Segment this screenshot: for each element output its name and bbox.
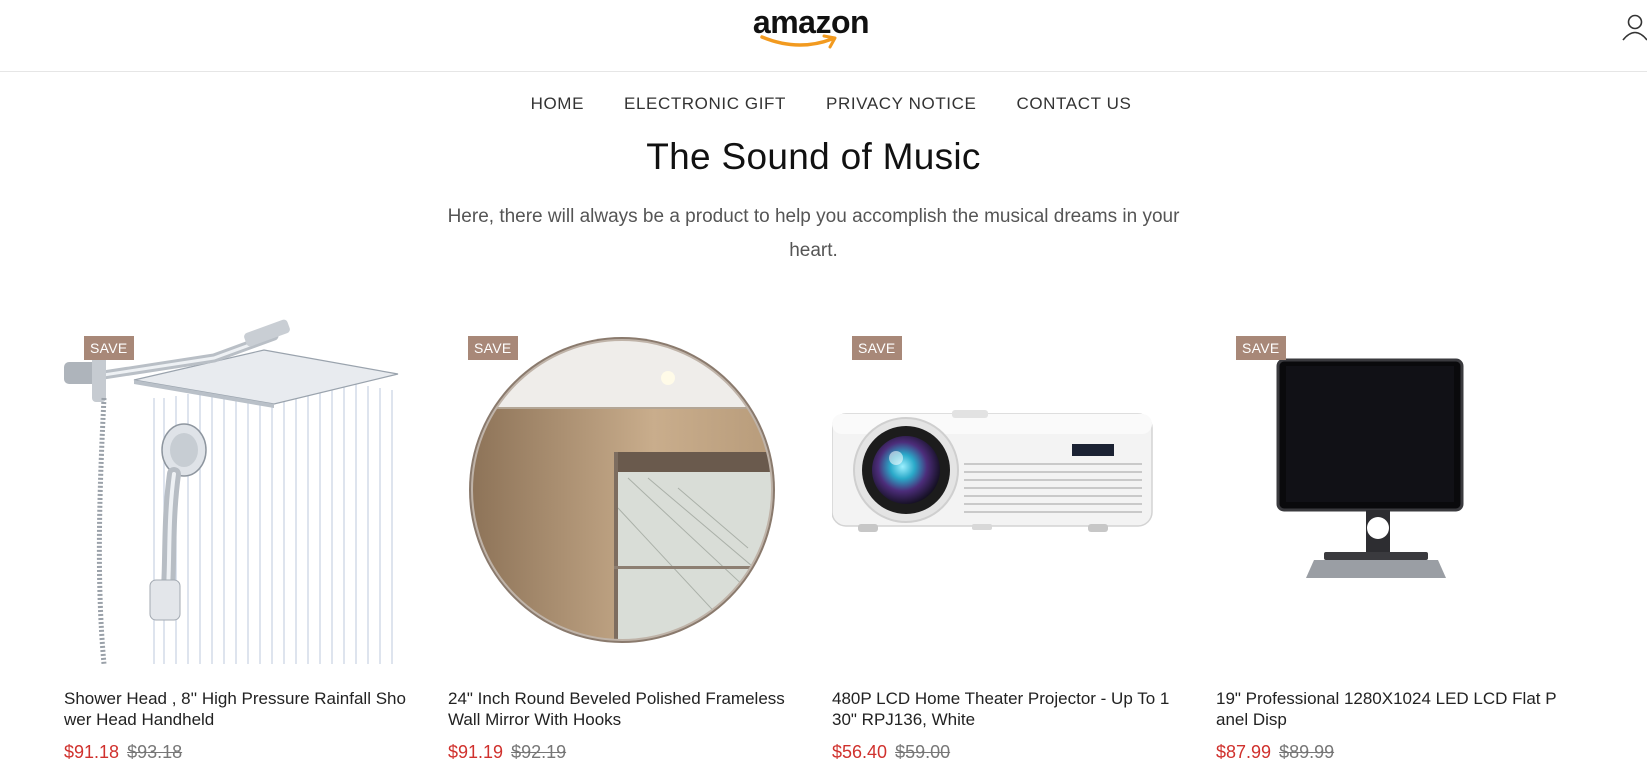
- product-name[interactable]: 24" Inch Round Beveled Polished Frameles…: [448, 688, 794, 730]
- price-row: $91.19 $92.19: [448, 742, 794, 763]
- sale-price: $91.18: [64, 742, 120, 762]
- price-row: $56.40 $59.00: [832, 742, 1178, 763]
- monitor-image[interactable]: [1216, 318, 1562, 664]
- projector-image[interactable]: [832, 318, 1178, 664]
- sale-price: $87.99: [1216, 742, 1272, 762]
- amazon-logo[interactable]: amazon: [750, 4, 880, 52]
- product-card[interactable]: SAVE 19" Professional 1280X1024 LED LCD …: [1216, 318, 1562, 772]
- product-name[interactable]: 480P LCD Home Theater Projector - Up To …: [832, 688, 1178, 730]
- product-card[interactable]: SAVE: [64, 318, 410, 772]
- nav-list: HOME ELECTRONIC GIFT PRIVACY NOTICE CONT…: [0, 72, 1647, 114]
- user-icon[interactable]: [1620, 12, 1647, 42]
- nav-privacy-notice[interactable]: PRIVACY NOTICE: [826, 94, 976, 114]
- site-header: amazon: [0, 0, 1647, 72]
- product-card[interactable]: SAVE: [832, 318, 1178, 772]
- price-row: $91.18 $93.18: [64, 742, 410, 763]
- product-name[interactable]: 19" Professional 1280X1024 LED LCD Flat …: [1216, 688, 1562, 730]
- sale-price: $91.19: [448, 742, 504, 762]
- save-badge: SAVE: [852, 336, 902, 360]
- nav-electronic-gift[interactable]: ELECTRONIC GIFT: [624, 94, 786, 114]
- price-row: $87.99 $89.99: [1216, 742, 1562, 763]
- round-mirror-image[interactable]: [448, 318, 794, 664]
- save-badge: SAVE: [84, 336, 134, 360]
- original-price: $89.99: [1279, 742, 1335, 762]
- smile-arrow-icon: [760, 34, 837, 49]
- product-card[interactable]: SAVE: [448, 318, 794, 772]
- original-price: $92.19: [511, 742, 567, 762]
- product-name[interactable]: Shower Head , 8'' High Pressure Rainfall…: [64, 688, 410, 730]
- save-badge: SAVE: [1236, 336, 1286, 360]
- section-title: The Sound of Music: [646, 136, 981, 177]
- nav-contact-us[interactable]: CONTACT US: [1016, 94, 1131, 114]
- sale-price: $56.40: [832, 742, 888, 762]
- product-grid: SAVE Shower Head , 8'' High Pressure Rai…: [64, 318, 1647, 772]
- section-subtitle: Here, there will always be a product to …: [447, 206, 1180, 261]
- save-badge: SAVE: [468, 336, 518, 360]
- original-price: $59.00: [895, 742, 951, 762]
- shower-head-image[interactable]: [64, 318, 410, 664]
- original-price: $93.18: [127, 742, 183, 762]
- nav-home[interactable]: HOME: [531, 94, 584, 114]
- main-nav: HOME ELECTRONIC GIFT PRIVACY NOTICE CONT…: [0, 72, 1647, 134]
